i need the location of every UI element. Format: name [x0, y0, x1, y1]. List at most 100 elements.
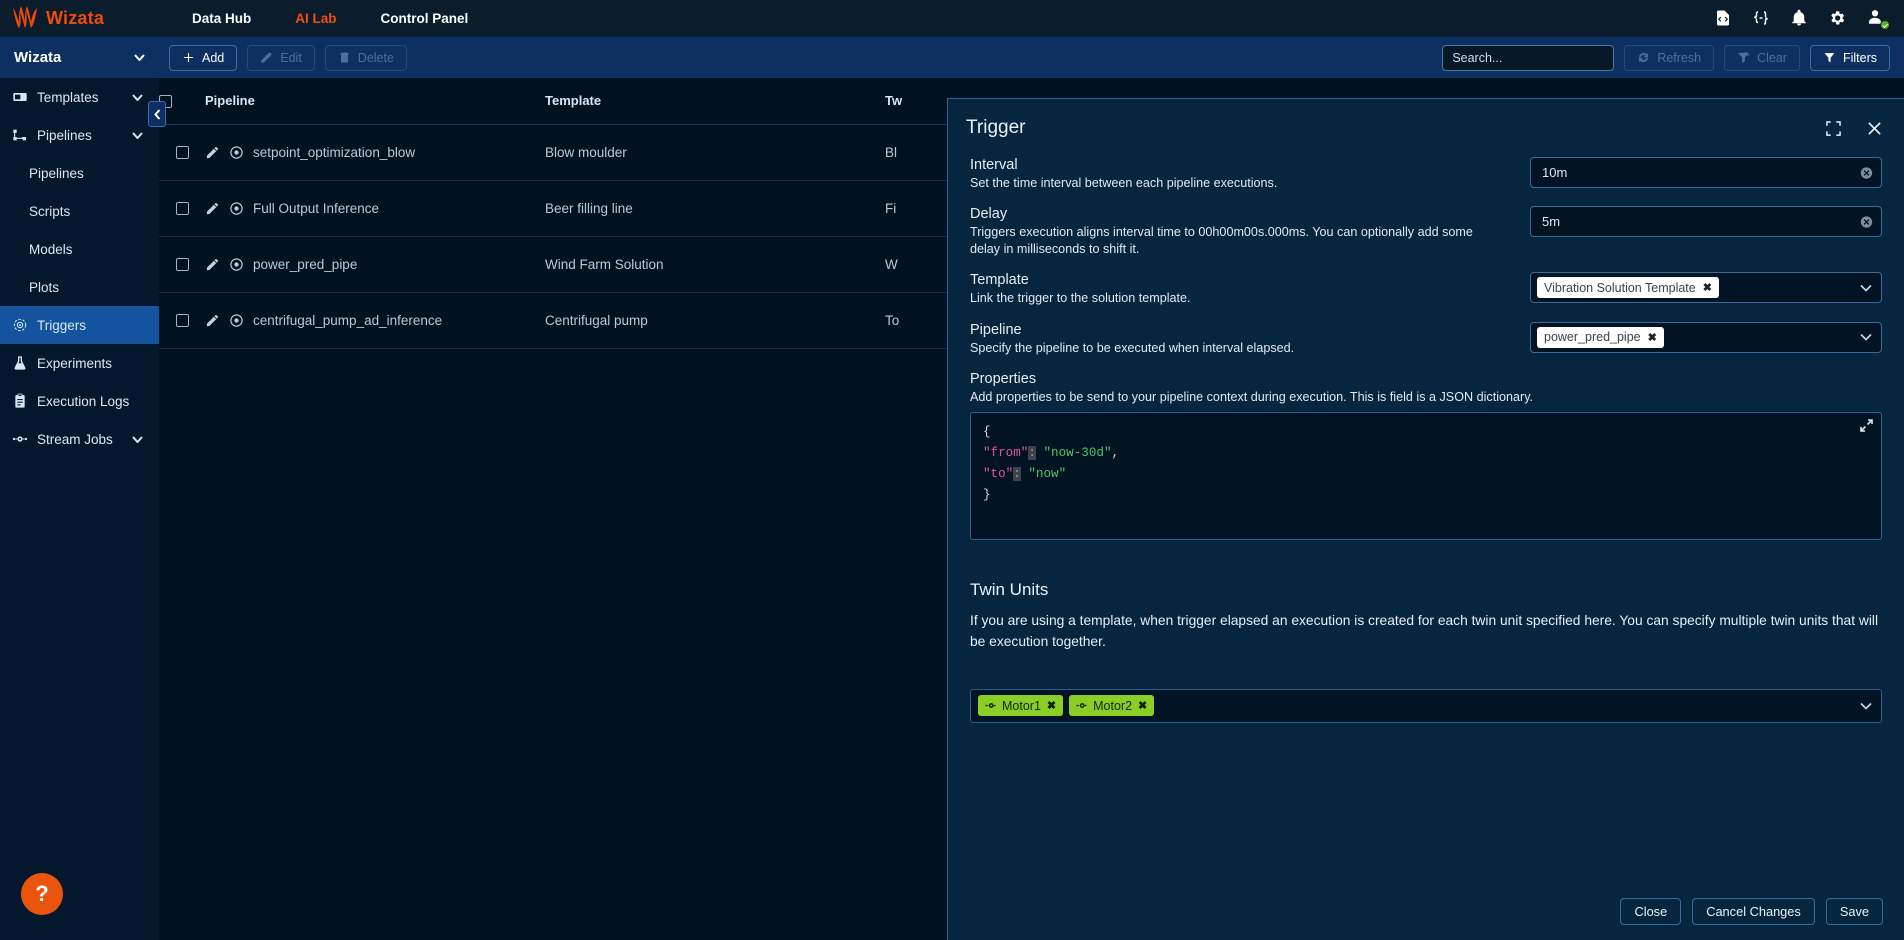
field-template-control: Vibration Solution Template ✖: [1530, 272, 1882, 304]
expand-code-icon[interactable]: [1860, 418, 1873, 432]
view-eye-icon: [230, 145, 243, 159]
filters-button[interactable]: Filters: [1809, 44, 1890, 71]
bell-icon[interactable]: [1790, 9, 1808, 27]
remove-chip-icon[interactable]: ✖: [1138, 699, 1147, 712]
sidebar-item-scripts[interactable]: Scripts: [0, 192, 159, 230]
panel-header: Trigger: [948, 99, 1904, 157]
close-button[interactable]: Close: [1620, 897, 1682, 925]
triggers-icon: [12, 317, 28, 333]
chevron-down-icon[interactable]: [1860, 333, 1872, 341]
sidebar-item-label: Stream Jobs: [37, 431, 113, 447]
remove-chip-icon[interactable]: ✖: [1047, 699, 1056, 712]
sidebar-item-templates[interactable]: Templates: [0, 78, 159, 116]
nav-item-ai-lab[interactable]: AI Lab: [273, 11, 358, 26]
primary-nav: Data Hub AI Lab Control Panel: [170, 11, 490, 26]
pipelines-icon: [12, 127, 28, 143]
row-action-icons: [205, 257, 244, 272]
toolbar-right-group: Refresh Clear Filters: [1442, 44, 1904, 71]
expand-fullscreen-icon[interactable]: [1826, 120, 1841, 136]
top-nav-actions: [1714, 8, 1904, 30]
field-template-title: Template: [970, 272, 1029, 289]
chevron-down-icon[interactable]: [1860, 284, 1872, 292]
nav-item-control-panel[interactable]: Control Panel: [359, 11, 491, 26]
properties-code-content[interactable]: { "from": "now-30d", "to": "now" }: [983, 422, 1869, 506]
column-header-pipeline[interactable]: Pipeline: [205, 78, 545, 125]
wizata-flame-logo-icon: [12, 6, 38, 30]
remove-chip-icon[interactable]: ✖: [1648, 331, 1657, 344]
remove-chip-icon[interactable]: ✖: [1703, 281, 1712, 294]
pipeline-chip[interactable]: power_pred_pipe ✖: [1537, 326, 1664, 348]
sidebar-item-models[interactable]: Models: [0, 230, 159, 268]
row-action-icons: [205, 313, 244, 328]
row-checkbox[interactable]: [175, 258, 189, 272]
cancel-changes-button[interactable]: Cancel Changes: [1692, 897, 1815, 925]
field-interval: Interval Set the time interval between e…: [970, 157, 1882, 192]
gear-icon[interactable]: [1828, 9, 1846, 27]
search-input[interactable]: [1442, 44, 1615, 71]
execution-logs-icon: [12, 393, 28, 409]
chevron-down-icon[interactable]: [132, 131, 143, 139]
template-select[interactable]: Vibration Solution Template ✖: [1530, 272, 1882, 304]
cell-pipeline: setpoint_optimization_blow: [205, 124, 545, 181]
workspace-name: Wizata: [14, 49, 62, 66]
nav-item-data-hub[interactable]: Data Hub: [170, 11, 273, 26]
column-header-template[interactable]: Template: [545, 78, 885, 125]
field-interval-description: Set the time interval between each pipel…: [970, 176, 1278, 190]
sidebar-collapse-button[interactable]: [148, 101, 166, 127]
row-checkbox[interactable]: [175, 202, 189, 216]
refresh-button[interactable]: Refresh: [1624, 44, 1715, 71]
clear-filters-button[interactable]: Clear: [1724, 44, 1800, 71]
pipeline-select[interactable]: power_pred_pipe ✖: [1530, 321, 1882, 353]
json-braces-icon[interactable]: [1752, 9, 1770, 27]
sidebar-item-stream-jobs[interactable]: Stream Jobs: [0, 420, 159, 458]
help-button[interactable]: ?: [21, 873, 63, 915]
add-button[interactable]: Add: [169, 44, 238, 71]
sidebar-item-experiments[interactable]: Experiments: [0, 344, 159, 382]
close-icon[interactable]: [1867, 121, 1882, 136]
sidebar-item-triggers[interactable]: Triggers: [0, 306, 159, 344]
sidebar-item-execution-logs[interactable]: Execution Logs: [0, 382, 159, 420]
twin-unit-chip-label: Motor1: [1002, 698, 1041, 713]
code-file-icon[interactable]: [1714, 9, 1732, 27]
pipeline-name: Full Output Inference: [253, 200, 380, 216]
save-button[interactable]: Save: [1825, 897, 1883, 925]
twin-units-select[interactable]: Motor1 ✖ Motor2 ✖: [970, 688, 1882, 723]
pipeline-name: centrifugal_pump_ad_inference: [253, 312, 443, 328]
twin-units-title: Twin Units: [970, 579, 1049, 599]
chevron-down-icon[interactable]: [132, 435, 143, 443]
workspace-selector[interactable]: Wizata: [0, 49, 159, 66]
cell-template: Centrifugal pump: [545, 292, 885, 349]
brand-text: Wizata: [46, 7, 105, 28]
edit-pencil-icon: [261, 52, 272, 63]
app-root: Wizata Data Hub AI Lab Control Panel Wiz…: [0, 0, 1904, 940]
sidebar-item-plots[interactable]: Plots: [0, 268, 159, 306]
delay-input[interactable]: [1530, 206, 1882, 238]
twin-unit-icon: [1076, 700, 1087, 711]
brand[interactable]: Wizata: [0, 6, 150, 30]
edit-button-label: Edit: [280, 50, 302, 65]
field-delay-labels: Delay Triggers execution aligns interval…: [970, 206, 1518, 258]
delete-button[interactable]: Delete: [324, 44, 407, 71]
row-checkbox[interactable]: [175, 314, 189, 328]
sidebar-item-pipelines-group[interactable]: Pipelines: [0, 116, 159, 154]
row-select-cell: [159, 180, 205, 237]
action-toolbar: Wizata Add Edit Delete Refresh Clear: [0, 37, 1904, 78]
properties-code-editor[interactable]: { "from": "now-30d", "to": "now" }: [970, 411, 1882, 540]
field-template-description: Link the trigger to the solution templat…: [970, 291, 1191, 306]
clear-delay-icon[interactable]: [1860, 215, 1873, 228]
sidebar-item-pipelines[interactable]: Pipelines: [0, 154, 159, 192]
add-button-label: Add: [202, 50, 225, 65]
edit-button[interactable]: Edit: [247, 44, 315, 71]
interval-input[interactable]: [1530, 157, 1882, 188]
chevron-down-icon[interactable]: [132, 93, 143, 101]
delete-button-label: Delete: [357, 50, 394, 65]
cell-pipeline: power_pred_pipe: [205, 236, 545, 293]
twin-unit-chip[interactable]: Motor2 ✖: [1069, 695, 1155, 716]
chevron-down-icon[interactable]: [1860, 702, 1872, 709]
sidebar-item-label: Experiments: [37, 355, 113, 371]
row-checkbox[interactable]: [175, 146, 189, 160]
clear-interval-icon[interactable]: [1860, 166, 1873, 179]
template-chip[interactable]: Vibration Solution Template ✖: [1537, 277, 1719, 299]
twin-unit-chip[interactable]: Motor1 ✖: [978, 695, 1064, 716]
user-avatar-icon[interactable]: [1866, 8, 1890, 30]
